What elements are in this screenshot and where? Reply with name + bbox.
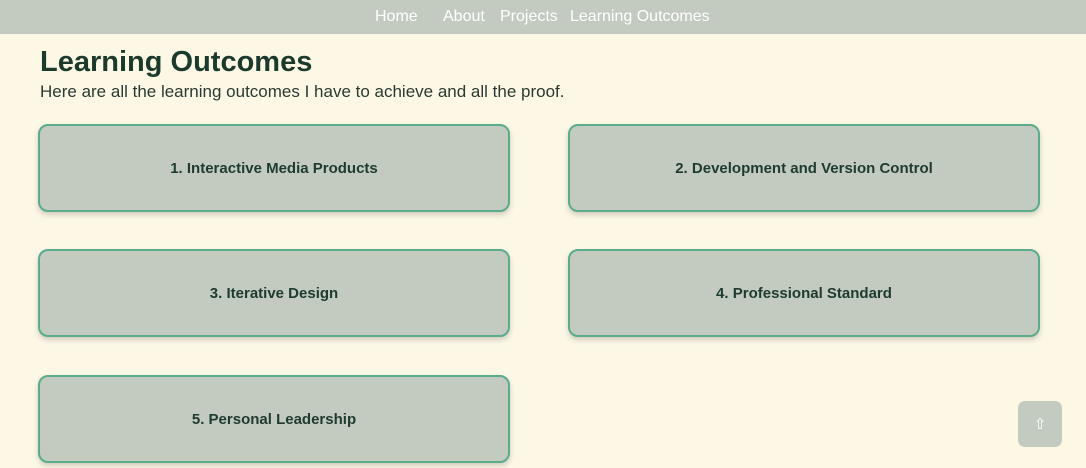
outcome-card-development-version-control[interactable]: 2. Development and Version Control <box>568 124 1040 212</box>
top-navbar: Home About Projects Learning Outcomes <box>0 0 1086 34</box>
outcome-card-label: 1. Interactive Media Products <box>170 159 378 177</box>
outcome-card-interactive-media[interactable]: 1. Interactive Media Products <box>38 124 510 212</box>
page-subtitle: Here are all the learning outcomes I hav… <box>40 82 565 101</box>
outcome-card-label: 2. Development and Version Control <box>675 159 933 177</box>
outcome-card-label: 5. Personal Leadership <box>191 410 357 428</box>
page-title: Learning Outcomes <box>40 46 313 78</box>
nav-link-learning-outcomes[interactable]: Learning Outcomes <box>570 7 710 27</box>
scroll-to-top-button[interactable]: ⇧ <box>1018 401 1062 447</box>
outcome-card-iterative-design[interactable]: 3. Iterative Design <box>38 249 510 337</box>
nav-link-projects[interactable]: Projects <box>500 7 558 27</box>
outcome-card-label: 3. Iterative Design <box>209 284 339 302</box>
outcome-card-professional-standard[interactable]: 4. Professional Standard <box>568 249 1040 337</box>
nav-link-about[interactable]: About <box>443 7 485 27</box>
outcome-card-label: 4. Professional Standard <box>716 284 892 302</box>
nav-link-home[interactable]: Home <box>375 7 418 27</box>
outcome-card-personal-leadership[interactable]: 5. Personal Leadership <box>38 375 510 463</box>
arrow-up-icon: ⇧ <box>1033 414 1047 433</box>
